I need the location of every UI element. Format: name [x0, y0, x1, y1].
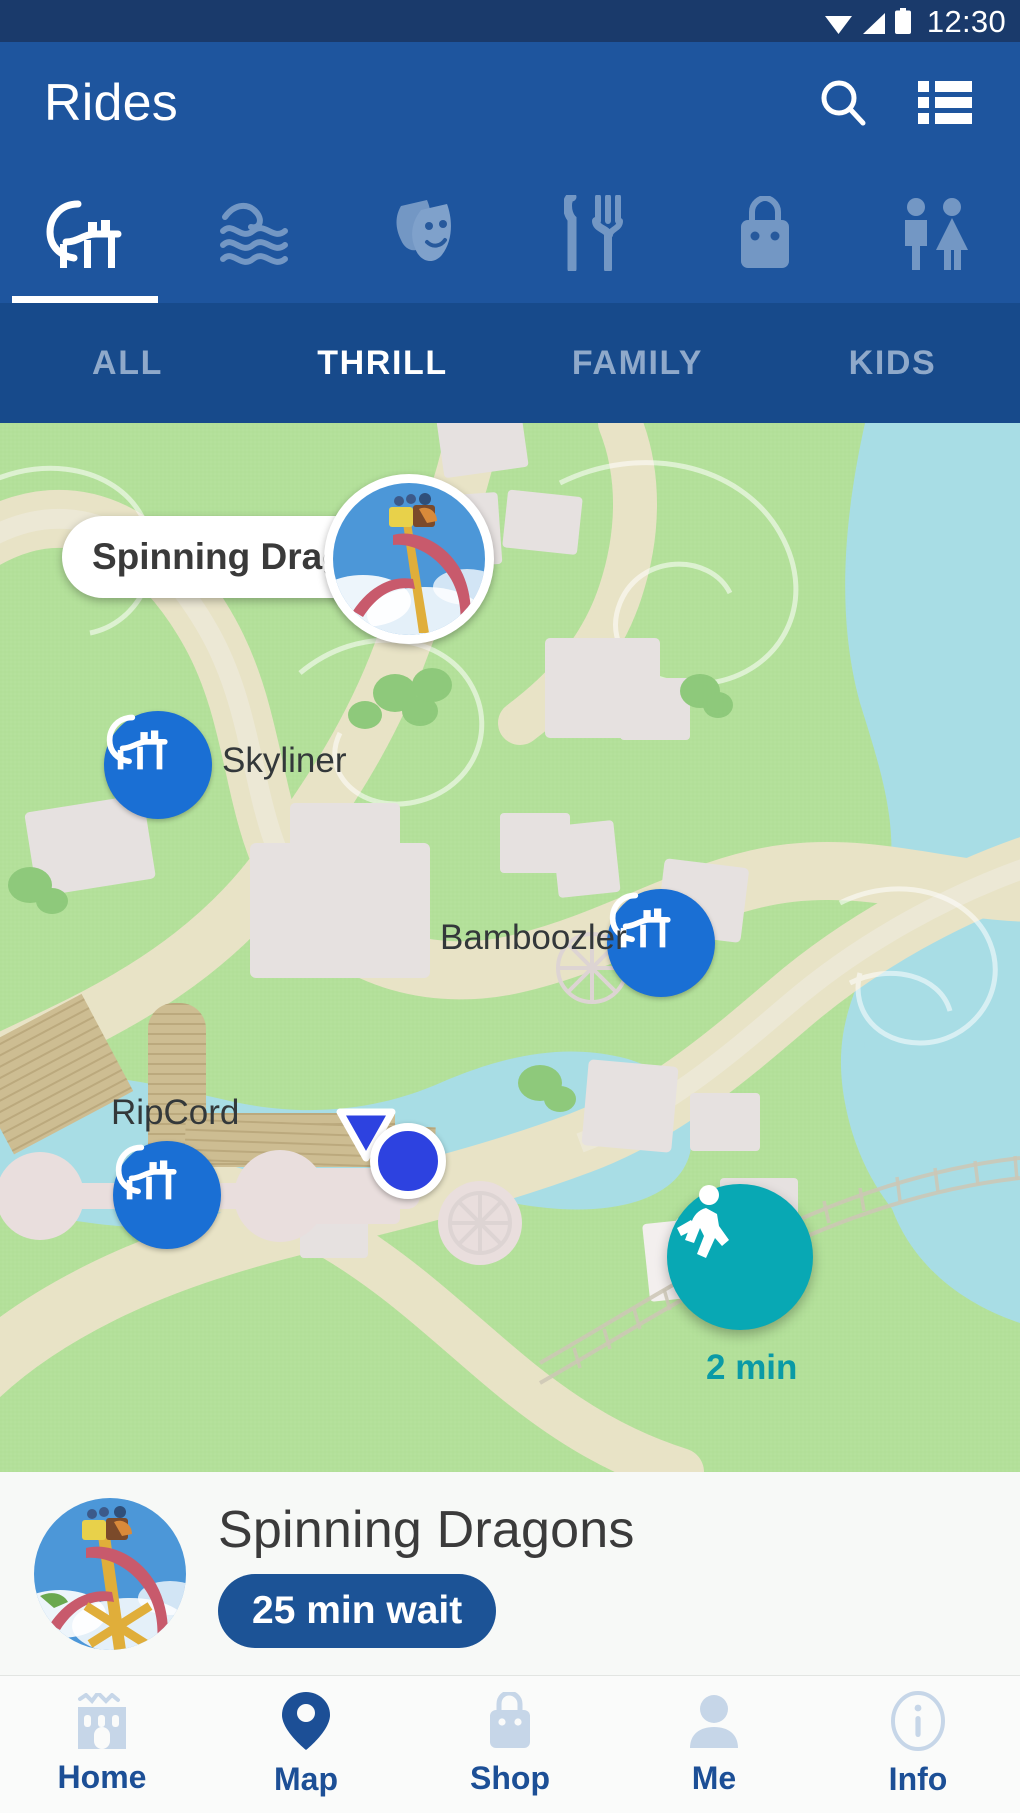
spinning-dragons-photo	[333, 483, 485, 635]
shopping-bag-icon	[490, 1692, 530, 1748]
roller-coaster-icon	[106, 714, 168, 770]
nav-item-home[interactable]: Home	[0, 1693, 204, 1796]
nav-label-map: Map	[274, 1761, 338, 1797]
wifi-icon	[824, 16, 852, 34]
map-marker-bamboozler[interactable]	[607, 889, 715, 997]
map-marker-ripcord[interactable]	[113, 1141, 221, 1249]
battery-icon	[894, 8, 911, 34]
category-tab-water[interactable]	[170, 163, 340, 303]
coaster-photo-illustration	[333, 483, 485, 635]
page-title: Rides	[44, 73, 178, 132]
nav-item-me[interactable]: Me	[612, 1692, 816, 1797]
walking-person-icon	[677, 1185, 729, 1258]
nav-item-shop[interactable]: Shop	[408, 1692, 612, 1797]
category-tab-bar	[0, 163, 1020, 303]
roller-coaster-icon	[115, 1144, 177, 1200]
ride-thumbnail[interactable]	[34, 1497, 186, 1650]
castle-icon	[78, 1693, 126, 1749]
category-tab-rides[interactable]	[0, 163, 170, 303]
wait-time-badge[interactable]: 25 min wait	[218, 1573, 497, 1648]
filter-tab-family[interactable]: FAMILY	[510, 344, 765, 383]
app-bar-actions	[814, 74, 974, 132]
user-location-dot	[370, 1123, 446, 1199]
roller-coaster-icon	[609, 892, 671, 948]
category-tab-active-indicator	[12, 296, 158, 303]
park-map[interactable]: Spinning Dragons Skyliner Bamboozler Rip…	[0, 423, 1020, 1472]
roller-coaster-icon	[46, 200, 122, 268]
walk-time-label: 2 min	[706, 1348, 798, 1387]
ride-detail-card[interactable]: Spinning Dragons 25 min wait	[0, 1472, 1020, 1676]
restrooms-icon	[905, 198, 968, 270]
map-marker-skyliner[interactable]	[104, 711, 212, 819]
app-screen: 12:30 Rides ALL THRILL FAMILY KIDS Spinn…	[0, 0, 1020, 1813]
walk-directions-button[interactable]	[667, 1184, 813, 1330]
shopping-bag-icon	[741, 196, 789, 268]
search-button[interactable]	[814, 74, 872, 132]
list-view-icon	[918, 80, 972, 124]
filter-tab-thrill[interactable]: THRILL	[255, 344, 510, 383]
signal-icon	[862, 13, 885, 34]
ride-name: Spinning Dragons	[218, 1500, 635, 1559]
app-bar: Rides	[0, 42, 1020, 163]
spinning-dragons-thumbnail-image	[34, 1497, 186, 1650]
nav-item-info[interactable]: Info	[816, 1691, 1020, 1798]
bottom-navigation-bar: Home Map Shop Me Info	[0, 1676, 1020, 1813]
category-tab-shops[interactable]	[680, 163, 850, 303]
nav-label-me: Me	[691, 1760, 737, 1796]
list-view-button[interactable]	[916, 74, 974, 132]
status-icons	[824, 8, 911, 34]
status-bar-clock: 12:30	[926, 3, 1006, 39]
info-circle-icon	[891, 1691, 945, 1751]
category-tab-dining[interactable]	[510, 163, 680, 303]
category-tab-shows[interactable]	[340, 163, 510, 303]
theater-masks-icon	[396, 200, 451, 262]
dining-icon	[564, 195, 623, 271]
nav-label-home: Home	[57, 1759, 147, 1795]
category-tab-restrooms[interactable]	[850, 163, 1020, 303]
nav-label-shop: Shop	[470, 1760, 550, 1796]
water-waves-icon	[220, 203, 288, 265]
person-icon	[690, 1695, 738, 1748]
search-icon	[821, 80, 866, 125]
spinning-dragons-photo-marker[interactable]	[324, 474, 494, 644]
map-pin-icon	[282, 1692, 330, 1750]
filter-tab-kids[interactable]: KIDS	[765, 344, 1020, 383]
ride-detail-body: Spinning Dragons 25 min wait	[218, 1500, 635, 1648]
filter-tab-bar: ALL THRILL FAMILY KIDS	[0, 303, 1020, 423]
nav-item-map[interactable]: Map	[204, 1691, 408, 1798]
status-bar: 12:30	[0, 0, 1020, 42]
filter-tab-all[interactable]: ALL	[0, 344, 255, 383]
nav-label-info: Info	[888, 1761, 948, 1797]
